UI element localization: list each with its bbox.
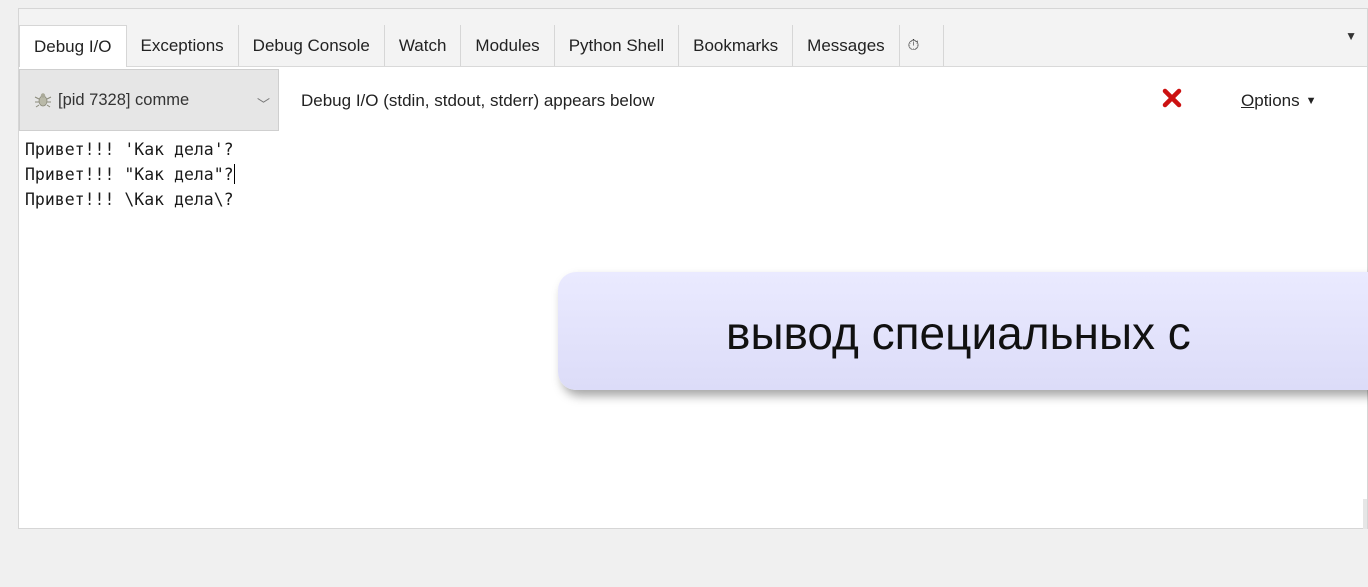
- bug-icon: [34, 91, 52, 109]
- callout-text: вывод специальных с: [726, 307, 1191, 359]
- console-line: Привет!!! \Как дела\?: [25, 190, 234, 209]
- tab-modules[interactable]: Modules: [461, 25, 555, 66]
- caret-down-icon: ▼: [1305, 95, 1317, 107]
- chevron-down-icon[interactable]: ▼: [1345, 29, 1357, 43]
- tab-bookmarks[interactable]: Bookmarks: [679, 25, 794, 66]
- options-mnemonic: O: [1241, 91, 1255, 110]
- tab-bar: Debug I/O Exceptions Debug Console Watch…: [19, 9, 1367, 67]
- scrollbar-edge[interactable]: [1363, 499, 1367, 529]
- console-line: Привет!!! 'Как дела'?: [25, 140, 234, 159]
- tabs: Debug I/O Exceptions Debug Console Watch…: [19, 25, 944, 67]
- debug-io-toolbar: [pid 7328] comme ﹀ Debug I/O (stdin, std…: [19, 67, 1367, 131]
- text-cursor: [233, 164, 235, 184]
- tab-exceptions[interactable]: Exceptions: [127, 25, 239, 66]
- io-description: Debug I/O (stdin, stdout, stderr) appear…: [301, 91, 655, 110]
- process-select-value: [pid 7328] comme: [58, 90, 190, 109]
- console-output[interactable]: Привет!!! 'Как дела'? Привет!!! "Как дела…: [25, 137, 235, 212]
- close-icon[interactable]: [1161, 87, 1183, 109]
- tab-python-shell[interactable]: Python Shell: [555, 25, 680, 66]
- chevron-down-icon: ﹀: [256, 97, 270, 112]
- options-label: ptions: [1254, 91, 1300, 110]
- tab-debug-console[interactable]: Debug Console: [239, 25, 385, 66]
- process-select[interactable]: [pid 7328] comme ﹀: [19, 69, 279, 131]
- tab-messages[interactable]: Messages: [793, 25, 900, 66]
- tab-clock-icon[interactable]: ⏱: [900, 25, 944, 66]
- tab-watch[interactable]: Watch: [385, 25, 462, 66]
- tab-debug-io[interactable]: Debug I/O: [19, 25, 127, 67]
- options-menu-button[interactable]: Options ▼: [1241, 91, 1317, 111]
- debug-io-panel: Debug I/O Exceptions Debug Console Watch…: [18, 8, 1368, 529]
- console-line: Привет!!! "Как дела"?: [25, 164, 235, 184]
